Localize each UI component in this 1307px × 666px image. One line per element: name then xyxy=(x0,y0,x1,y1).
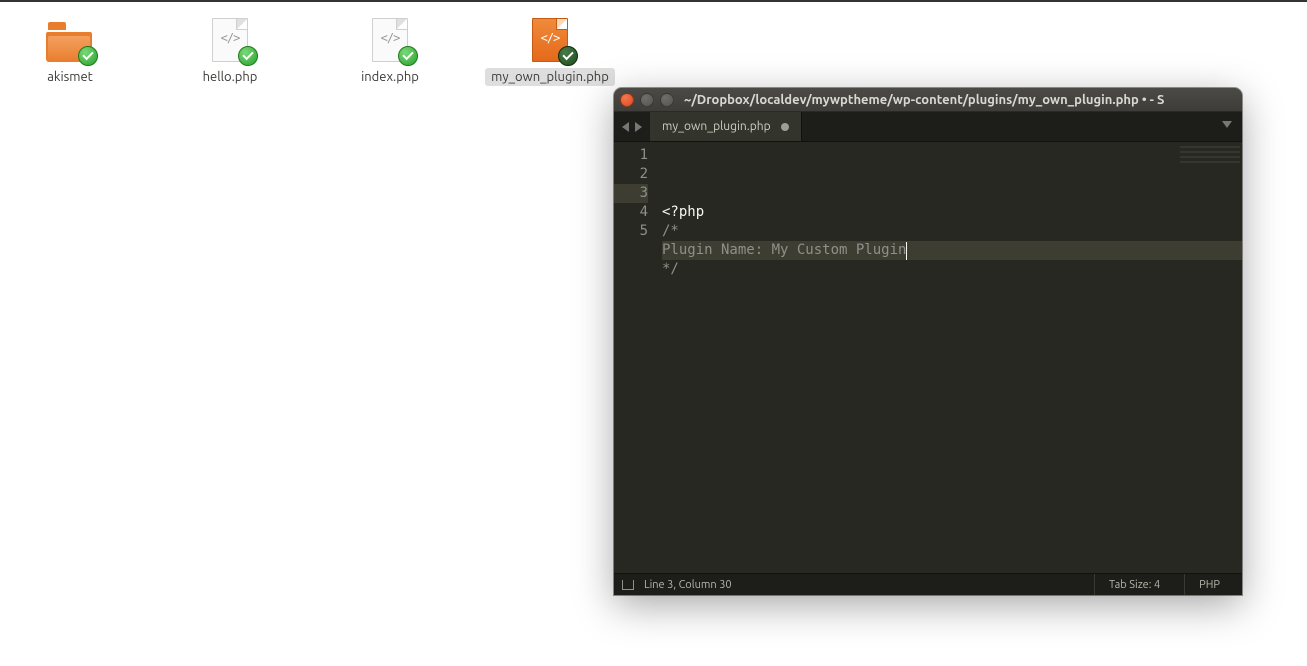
status-bar: Line 3, Column 30 Tab Size: 4 PHP xyxy=(614,573,1242,595)
gutter-line: 4 xyxy=(614,203,648,222)
window-menubar xyxy=(0,0,1307,2)
sync-ok-badge-icon xyxy=(78,46,98,66)
window-minimize-button[interactable] xyxy=(640,93,654,107)
editor-tab[interactable]: my_own_plugin.php xyxy=(650,112,802,141)
gutter-line: 3 xyxy=(614,184,648,203)
sync-ok-badge-icon xyxy=(398,46,418,66)
code-line[interactable]: Plugin Name: My Custom Plugin xyxy=(662,241,1242,260)
sync-ok-badge-icon xyxy=(238,46,258,66)
file-item-my_own_plugin-php[interactable]: </>my_own_plugin.php xyxy=(500,18,600,86)
chevron-down-icon xyxy=(1222,121,1232,133)
gutter-line: 2 xyxy=(614,165,648,184)
file-label: index.php xyxy=(355,68,425,86)
code-content[interactable]: <?php/*Plugin Name: My Custom Plugin*/ xyxy=(658,142,1242,573)
folder-icon xyxy=(46,18,94,62)
file-item-index-php[interactable]: </> index.php xyxy=(340,18,440,86)
tab-next-icon[interactable] xyxy=(635,122,642,132)
file-item-hello-php[interactable]: </> hello.php xyxy=(180,18,280,86)
code-area[interactable]: 12345 <?php/*Plugin Name: My Custom Plug… xyxy=(614,142,1242,573)
tab-dirty-indicator-icon xyxy=(781,123,789,131)
php-file-icon: </> xyxy=(366,18,414,62)
code-line[interactable] xyxy=(662,279,1242,298)
file-manager-row: akismet </> hello.php </> index.php </>my_own… xyxy=(20,18,600,86)
panel-icon[interactable] xyxy=(622,580,634,590)
gutter-line: 5 xyxy=(614,222,648,241)
minimap[interactable] xyxy=(1180,146,1240,166)
window-maximize-button[interactable] xyxy=(660,93,674,107)
gutter-line: 1 xyxy=(614,146,648,165)
code-line[interactable]: */ xyxy=(662,260,1242,279)
editor-window: ~/Dropbox/localdev/mywptheme/wp-content/… xyxy=(614,88,1242,595)
status-position: Line 3, Column 30 xyxy=(644,579,732,591)
code-line[interactable]: <?php xyxy=(662,203,1242,222)
gutter: 12345 xyxy=(614,142,658,573)
file-label: my_own_plugin.php xyxy=(485,68,615,86)
text-cursor xyxy=(906,242,907,260)
tab-menu-button[interactable] xyxy=(1212,112,1242,141)
file-label: akismet xyxy=(41,68,99,86)
window-title: ~/Dropbox/localdev/mywptheme/wp-content/… xyxy=(680,93,1236,107)
window-close-button[interactable] xyxy=(620,93,634,107)
status-tabsize[interactable]: Tab Size: 4 xyxy=(1094,574,1174,595)
sync-ok-badge-icon xyxy=(558,46,578,66)
code-line[interactable]: /* xyxy=(662,222,1242,241)
editor-tab-label: my_own_plugin.php xyxy=(662,120,771,133)
php-file-icon: </> xyxy=(526,18,574,62)
file-label: hello.php xyxy=(197,68,264,86)
editor-tabbar: my_own_plugin.php xyxy=(614,112,1242,142)
php-file-icon: </> xyxy=(206,18,254,62)
file-item-akismet[interactable]: akismet xyxy=(20,18,120,86)
editor-titlebar[interactable]: ~/Dropbox/localdev/mywptheme/wp-content/… xyxy=(614,88,1242,112)
status-language[interactable]: PHP xyxy=(1184,574,1234,595)
tab-nav xyxy=(614,112,650,141)
tab-prev-icon[interactable] xyxy=(622,122,629,132)
